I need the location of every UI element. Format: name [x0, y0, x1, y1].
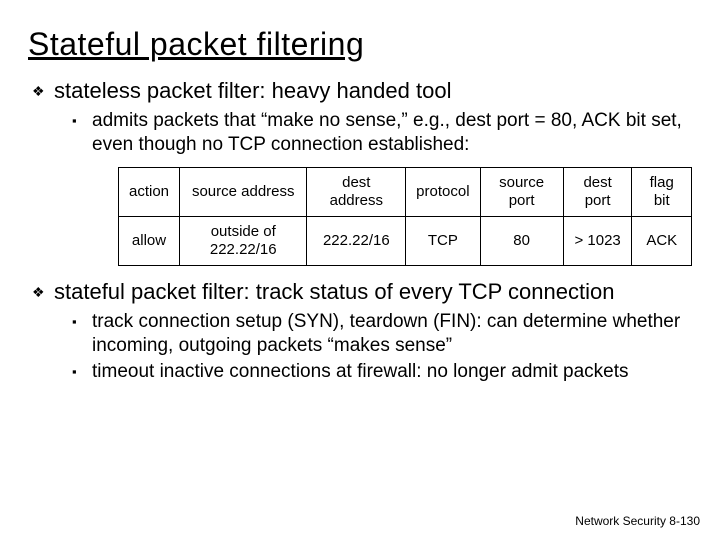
- subbullet-timeout-text: timeout inactive connections at firewall…: [92, 360, 629, 384]
- col-flag-bit: flag bit: [632, 168, 692, 217]
- col-action: action: [119, 168, 180, 217]
- subbullet-admits-text: admits packets that “make no sense,” e.g…: [92, 109, 692, 157]
- subbullet-timeout: ▪ timeout inactive connections at firewa…: [72, 360, 692, 384]
- cell-source-address: outside of 222.22/16: [180, 217, 307, 266]
- bullet-stateful-text: stateful packet filter: track status of …: [54, 278, 614, 306]
- cell-dest-port: > 1023: [563, 217, 632, 266]
- table-row: allow outside of 222.22/16 222.22/16 TCP…: [119, 217, 692, 266]
- square-bullet-icon: ▪: [72, 360, 92, 384]
- slide-title: Stateful packet filtering: [28, 26, 692, 63]
- col-dest-address: dest address: [307, 168, 406, 217]
- cell-protocol: TCP: [406, 217, 480, 266]
- square-bullet-icon: ▪: [72, 310, 92, 358]
- diamond-bullet-icon: ❖: [32, 278, 54, 306]
- col-protocol: protocol: [406, 168, 480, 217]
- table-header-row: action source address dest address proto…: [119, 168, 692, 217]
- cell-dest-address: 222.22/16: [307, 217, 406, 266]
- packet-filter-table: action source address dest address proto…: [118, 167, 692, 266]
- bullet-stateless-text: stateless packet filter: heavy handed to…: [54, 77, 451, 105]
- subbullet-track: ▪ track connection setup (SYN), teardown…: [72, 310, 692, 358]
- subbullet-admits: ▪ admits packets that “make no sense,” e…: [72, 109, 692, 157]
- cell-action: allow: [119, 217, 180, 266]
- col-dest-port: dest port: [563, 168, 632, 217]
- col-source-port: source port: [480, 168, 563, 217]
- slide-footer: Network Security 8-130: [575, 514, 700, 528]
- bullet-stateful: ❖ stateful packet filter: track status o…: [32, 278, 692, 306]
- bullet-stateless: ❖ stateless packet filter: heavy handed …: [32, 77, 692, 105]
- cell-flag-bit: ACK: [632, 217, 692, 266]
- cell-source-port: 80: [480, 217, 563, 266]
- subbullet-track-text: track connection setup (SYN), teardown (…: [92, 310, 692, 358]
- diamond-bullet-icon: ❖: [32, 77, 54, 105]
- square-bullet-icon: ▪: [72, 109, 92, 157]
- col-source-address: source address: [180, 168, 307, 217]
